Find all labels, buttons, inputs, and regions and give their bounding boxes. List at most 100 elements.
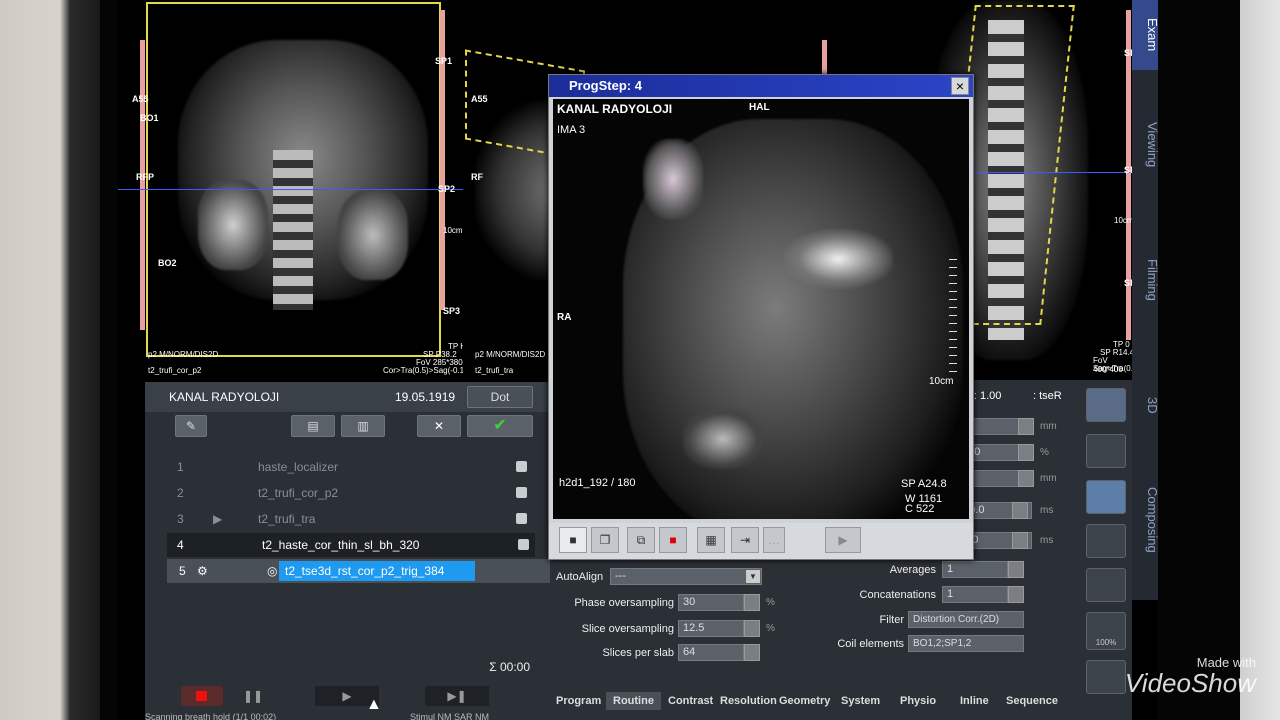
concat-field[interactable]: 1: [942, 586, 1008, 603]
autoalign-select[interactable]: ---: [610, 568, 762, 585]
close-icon[interactable]: ×: [951, 77, 969, 95]
list-item[interactable]: 3 ▶ t2_trufi_tra: [173, 507, 533, 531]
image-icon[interactable]: [1086, 434, 1126, 468]
item-name: haste_localizer: [258, 460, 339, 474]
spinner[interactable]: [1018, 470, 1034, 487]
averages-field[interactable]: 1: [942, 561, 1008, 578]
dot-button-label: Dot: [490, 390, 510, 404]
tab-filming[interactable]: Filming: [1132, 225, 1158, 335]
item-name: t2_trufi_tra: [258, 512, 316, 526]
scale-label: 10cm: [443, 226, 463, 235]
copy-image-icon[interactable]: ⧉: [627, 527, 655, 553]
slice-os-field[interactable]: 12.5: [678, 620, 744, 637]
copy-icon[interactable]: ▤: [291, 415, 335, 437]
run-icon: ⚙: [197, 564, 208, 578]
filter-field[interactable]: Distortion Corr.(2D): [908, 611, 1024, 628]
stop-icon[interactable]: ■: [559, 527, 587, 553]
record-icon[interactable]: ■: [659, 527, 687, 553]
skip-button[interactable]: ▶❚: [425, 686, 489, 706]
edit-icon[interactable]: ✎: [175, 415, 207, 437]
slice-os-label: Slice oversampling: [581, 623, 674, 635]
layers-icon[interactable]: ❐: [591, 527, 619, 553]
dialog-title: ProgStep: 4: [549, 75, 973, 97]
unit-label: %: [1040, 447, 1049, 458]
fov-box[interactable]: [146, 2, 441, 357]
spinner[interactable]: [744, 620, 760, 637]
stop-button[interactable]: [181, 686, 223, 706]
queue-header: KANAL RADYOLOJI 19.05.1919 Dot: [145, 382, 550, 412]
tab-composing[interactable]: Composing: [1132, 460, 1158, 580]
label-sp2: SP2: [438, 184, 456, 194]
item-name: t2_haste_cor_thin_sl_bh_320: [262, 538, 420, 552]
label-a: A55: [132, 94, 149, 104]
tab-exam[interactable]: Exam: [1132, 0, 1158, 70]
unit-label: ms: [1040, 535, 1054, 546]
item-name[interactable]: t2_tse3d_rst_cor_p2_trig_384: [279, 561, 475, 581]
tab-routine[interactable]: Routine: [606, 692, 661, 710]
spinner[interactable]: [1008, 561, 1024, 578]
tab-resolution[interactable]: Resolution: [720, 692, 777, 710]
status-sar: Stimul NM SAR NM: [410, 712, 490, 720]
pause-button[interactable]: ❚❚: [233, 686, 273, 706]
unit-label: mm: [1040, 473, 1057, 484]
unit-label: mm: [1040, 421, 1057, 432]
tab-system[interactable]: System: [841, 692, 880, 710]
spinner[interactable]: [1012, 502, 1028, 519]
concat-label: Concatenations: [859, 589, 936, 601]
chart-icon[interactable]: [1086, 568, 1126, 602]
item-num: 1: [177, 460, 184, 474]
label-rfp: RFP: [136, 172, 154, 182]
list-item-selected[interactable]: 5 ⚙ ◎ t2_tse3d_rst_cor_p2_trig_384: [167, 559, 559, 583]
tab-inline[interactable]: Inline: [960, 692, 989, 710]
watermark-line2: VideoShow: [1124, 668, 1256, 698]
cancel-button[interactable]: ✕: [417, 415, 461, 437]
overlay-institution: KANAL RADYOLOJI: [557, 102, 673, 116]
tab-3d[interactable]: 3D: [1132, 375, 1158, 435]
check-icon[interactable]: [516, 461, 527, 472]
tab-geometry[interactable]: Geometry: [779, 692, 830, 710]
film-icon[interactable]: ▦: [697, 527, 725, 553]
list-item[interactable]: 2 t2_trufi_cor_p2: [173, 481, 533, 505]
list-item-active[interactable]: 4 t2_haste_cor_thin_sl_bh_320: [167, 533, 535, 557]
list-item[interactable]: 1 haste_localizer: [173, 455, 533, 479]
coil-icon[interactable]: 100%: [1086, 612, 1126, 650]
paste-icon[interactable]: ▥: [341, 415, 385, 437]
spinner[interactable]: [1012, 532, 1028, 549]
slices-field[interactable]: 64: [678, 644, 744, 661]
patient-date: 19.05.1919: [395, 390, 456, 404]
coil-field[interactable]: BO1,2;SP1,2: [908, 635, 1024, 652]
dialog-toolbar: ■ ❐ ⧉ ■ ▦ ⇥ … ▶: [549, 523, 973, 559]
tab-contrast[interactable]: Contrast: [668, 692, 713, 710]
check-icon[interactable]: [516, 487, 527, 498]
ok-button[interactable]: ✔: [467, 415, 533, 437]
chevron-down-icon[interactable]: ▼: [746, 570, 760, 583]
item-num: 3: [177, 512, 184, 526]
spinner[interactable]: [744, 644, 760, 661]
check-icon[interactable]: [516, 513, 527, 524]
coronal-viewport[interactable]: A55 BO1 RFP BO2 SP1 SP2 SP3 10cm p2 M/NO…: [118, 0, 463, 378]
progress-image[interactable]: KANAL RADYOLOJI IMA 3 HAL RA 10cm h2d1_1…: [553, 99, 969, 519]
coil-label: Coil elements: [837, 638, 904, 650]
play-icon[interactable]: ▶: [825, 527, 861, 553]
tab-sequence[interactable]: Sequence: [1006, 692, 1058, 710]
seq-type-label: : tseR: [1033, 390, 1062, 402]
more-icon[interactable]: …: [763, 527, 785, 553]
tab-program[interactable]: Program: [556, 692, 601, 710]
film-icon[interactable]: [1086, 660, 1126, 694]
patient-icon[interactable]: [1086, 480, 1126, 514]
spinner[interactable]: [744, 594, 760, 611]
phase-os-field[interactable]: 30: [678, 594, 744, 611]
spinner[interactable]: [1018, 444, 1034, 461]
curve-icon[interactable]: [1086, 524, 1126, 558]
tab-viewing[interactable]: Viewing: [1132, 85, 1158, 205]
dot-button[interactable]: Dot: [467, 386, 533, 408]
unit-label: %: [766, 623, 775, 634]
export-icon[interactable]: ⇥: [731, 527, 759, 553]
spinner[interactable]: [1018, 418, 1034, 435]
tab-physio[interactable]: Physio: [900, 692, 936, 710]
label-bo1: BO1: [140, 113, 159, 123]
head-icon[interactable]: [1086, 388, 1126, 422]
check-icon[interactable]: [518, 539, 529, 550]
filter-label: Filter: [879, 614, 904, 626]
spinner[interactable]: [1008, 586, 1024, 603]
